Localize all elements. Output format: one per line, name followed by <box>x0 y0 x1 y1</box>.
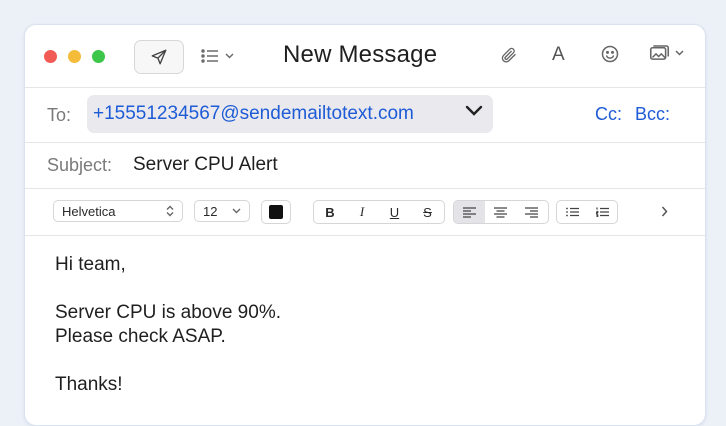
subject-field[interactable]: Server CPU Alert <box>133 154 278 176</box>
chevron-right-icon <box>661 206 668 216</box>
format-button[interactable]: A <box>552 44 565 66</box>
chevron-down-icon <box>675 50 684 56</box>
font-a-icon: A <box>552 44 565 65</box>
body-line: Server CPU is above 90%. <box>55 302 281 323</box>
up-down-chevron-icon <box>166 205 174 217</box>
send-button[interactable] <box>134 40 184 74</box>
body-line: Hi team, <box>55 254 126 275</box>
align-center-icon <box>494 206 507 218</box>
bullet-list-button[interactable] <box>557 201 587 223</box>
underline-button[interactable]: U <box>378 201 411 223</box>
recipient-token[interactable]: +15551234567@sendemailtotext.com <box>93 103 414 125</box>
text-color-swatch <box>269 205 283 219</box>
to-field-row: To: +15551234567@sendemailtotext.com Cc:… <box>25 87 705 143</box>
body-line <box>55 277 281 301</box>
align-center-button[interactable] <box>485 201 516 223</box>
text-color-button[interactable] <box>261 200 291 224</box>
strikethrough-button[interactable]: S <box>411 201 444 223</box>
paper-plane-icon <box>151 49 167 65</box>
align-right-button[interactable] <box>516 201 547 223</box>
bold-button[interactable]: B <box>314 201 346 223</box>
close-window-button[interactable] <box>44 50 57 63</box>
list-icon <box>201 49 218 63</box>
body-line: Please check ASAP. <box>55 326 226 347</box>
format-bar: Helvetica 12 B I U S <box>25 188 705 236</box>
header-fields-menu-button[interactable] <box>201 45 234 67</box>
align-right-icon <box>525 206 538 218</box>
attach-button[interactable] <box>500 44 518 66</box>
minimize-window-button[interactable] <box>68 50 81 63</box>
body-line <box>55 349 281 373</box>
cc-button[interactable]: Cc: <box>595 104 622 125</box>
zoom-window-button[interactable] <box>92 50 105 63</box>
italic-button[interactable]: I <box>346 201 378 223</box>
title-bar: New Message A <box>25 25 705 88</box>
photo-browser-button[interactable] <box>649 44 684 62</box>
font-size-value: 12 <box>203 203 218 219</box>
font-size-select[interactable]: 12 <box>194 200 250 222</box>
numbered-list-button[interactable] <box>587 201 617 223</box>
more-formatting-button[interactable] <box>661 200 675 222</box>
font-family-select[interactable]: Helvetica <box>53 200 183 222</box>
chevron-down-icon <box>225 53 234 59</box>
numbered-list-icon <box>595 207 609 217</box>
bcc-button[interactable]: Bcc: <box>635 104 670 125</box>
alignment-group <box>453 200 549 224</box>
align-left-icon <box>463 206 476 218</box>
chevron-down-icon <box>232 208 241 214</box>
list-group <box>556 200 618 224</box>
to-label: To: <box>47 105 72 125</box>
message-body[interactable]: Hi team, Server CPU is above 90%. Please… <box>55 253 281 397</box>
text-style-group: B I U S <box>313 200 445 224</box>
align-left-button[interactable] <box>454 201 485 223</box>
photo-icon <box>649 45 670 60</box>
subject-label: Subject: <box>47 155 113 175</box>
window-title: New Message <box>283 41 438 68</box>
smiley-icon <box>601 45 619 63</box>
to-field[interactable]: +15551234567@sendemailtotext.com <box>87 95 493 133</box>
font-family-value: Helvetica <box>62 203 116 219</box>
emoji-button[interactable] <box>600 44 620 64</box>
bullet-list-icon <box>565 207 579 217</box>
compose-window: New Message A To: +15551234567@sendemail… <box>24 24 706 426</box>
paperclip-icon <box>501 47 516 63</box>
chevron-down-icon[interactable] <box>465 105 483 117</box>
body-line: Thanks! <box>55 374 123 395</box>
subject-row: Subject: Server CPU Alert <box>25 142 705 189</box>
